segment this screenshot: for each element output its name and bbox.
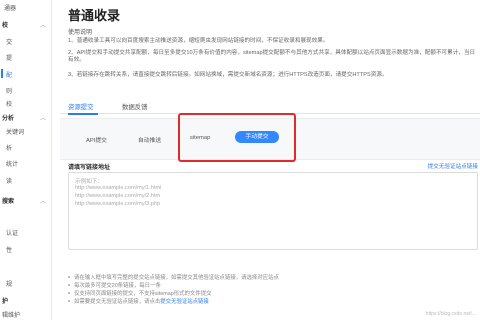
sidebar-item-8[interactable]: 关键词 bbox=[6, 127, 24, 136]
usage-section-title: 使用说明 bbox=[68, 30, 93, 36]
chevron-up-icon[interactable]: ︿ bbox=[40, 196, 46, 205]
usage-line-1: 1、普通收录工具可以向百度搜索主动推送资源，缩短爬虫发现网站链接的时间，不保证收… bbox=[68, 38, 329, 44]
bullet-dot bbox=[68, 276, 70, 278]
sidebar-group-1[interactable]: 校 bbox=[2, 20, 8, 29]
sidebar-item-9[interactable]: 析 bbox=[6, 143, 12, 152]
active-indicator bbox=[1, 69, 3, 78]
sidebar-item-6[interactable]: 校 bbox=[6, 99, 12, 108]
highlight-annotation-box bbox=[178, 113, 296, 162]
active-tab-underline bbox=[68, 113, 98, 115]
sidebar-item-11[interactable]: 读 bbox=[6, 176, 12, 185]
sidebar-item-14[interactable]: 性 bbox=[6, 245, 12, 254]
note-1: 请在输入框中填写完整的提交站点链接，如需提交其他验证站点链接，请选择对应站点 bbox=[74, 275, 279, 281]
sidebar-group-12[interactable]: 搜索 bbox=[2, 196, 14, 205]
note-4-link[interactable]: 提交无验证站点链接 bbox=[160, 299, 209, 305]
tab-bar: 资源提交 数据反馈 bbox=[60, 100, 480, 115]
bullet-dot bbox=[68, 292, 70, 294]
note-4: 如需要提交无验证站点链接，请点击提交无验证站点链接 bbox=[74, 297, 209, 305]
sidebar-item-10[interactable]: 统计 bbox=[6, 159, 18, 168]
sidebar-item-4[interactable]: 配 bbox=[6, 70, 12, 79]
placeholder-line: 示例如下： bbox=[75, 179, 103, 185]
chevron-up-icon[interactable]: ︿ bbox=[40, 113, 46, 122]
unverified-submit-link[interactable]: 提交无验证站点链接 bbox=[428, 162, 478, 170]
note-4-text: 如需要提交无验证站点链接，请点击 bbox=[74, 299, 161, 305]
usage-line-2: 2、API提交和手动提交共享配额，每日至多提交10万条有价值的内容，sitema… bbox=[68, 50, 476, 63]
sidebar-item-2[interactable]: 交 bbox=[6, 37, 12, 46]
url-textarea[interactable]: 示例如下： http://www.example.com/my/1.html h… bbox=[68, 172, 478, 250]
url-input-label: 请填写链接地址 bbox=[68, 165, 111, 171]
placeholder-line: http://www.example.com/my/2.htm bbox=[75, 193, 161, 199]
placeholder-line: http://www.example.com/my/1.html bbox=[75, 185, 162, 191]
main-content: 普通收录 使用说明 1、普通收录工具可以向百度搜索主动推送资源，缩短爬虫发现网站… bbox=[60, 0, 480, 320]
sidebar-item-18[interactable]: 辑维护 bbox=[2, 310, 20, 319]
sidebar-item-5[interactable]: 则 bbox=[6, 86, 12, 95]
sidebar: 通器 校 ︿ 交 提 配 则 校 分析 ︿ 关键词 析 统计 读 搜索 ︿ 认证… bbox=[0, 0, 52, 320]
sidebar-group-17[interactable]: 护 bbox=[2, 296, 8, 305]
method-api[interactable]: API提交 bbox=[86, 135, 107, 144]
sidebar-item-3[interactable]: 提 bbox=[6, 53, 12, 62]
page-title: 普通收录 bbox=[68, 8, 121, 23]
note-3: 仅支持同页面链接的提交，不支持sitemap形式的文件提交 bbox=[74, 291, 212, 297]
tab-resource-submit[interactable]: 资源提交 bbox=[68, 102, 94, 111]
watermark: https://blog.csdn.net/... bbox=[425, 311, 476, 317]
bullet-dot bbox=[68, 284, 70, 286]
sidebar-group-7[interactable]: 分析 bbox=[2, 113, 14, 122]
bullet-dot bbox=[68, 300, 70, 302]
note-2: 每次最多可提交20条链接，每日一条 bbox=[74, 283, 161, 289]
sidebar-item-0[interactable]: 通器 bbox=[4, 3, 16, 12]
sidebar-item-13[interactable]: 认证 bbox=[6, 228, 18, 237]
chevron-up-icon[interactable]: ︿ bbox=[40, 20, 46, 29]
method-auto-push[interactable]: 自动推送 bbox=[138, 135, 161, 144]
sidebar-item-16[interactable]: 规 bbox=[6, 279, 12, 288]
tab-data-feedback[interactable]: 数据反馈 bbox=[122, 102, 148, 111]
usage-line-3: 3、若链接存在跳转关系，请直接提交跳转后链接。如网站换域，需提交新域名资源；进行… bbox=[68, 72, 388, 78]
placeholder-line: http://www.example.com/my/3.php bbox=[75, 201, 161, 207]
